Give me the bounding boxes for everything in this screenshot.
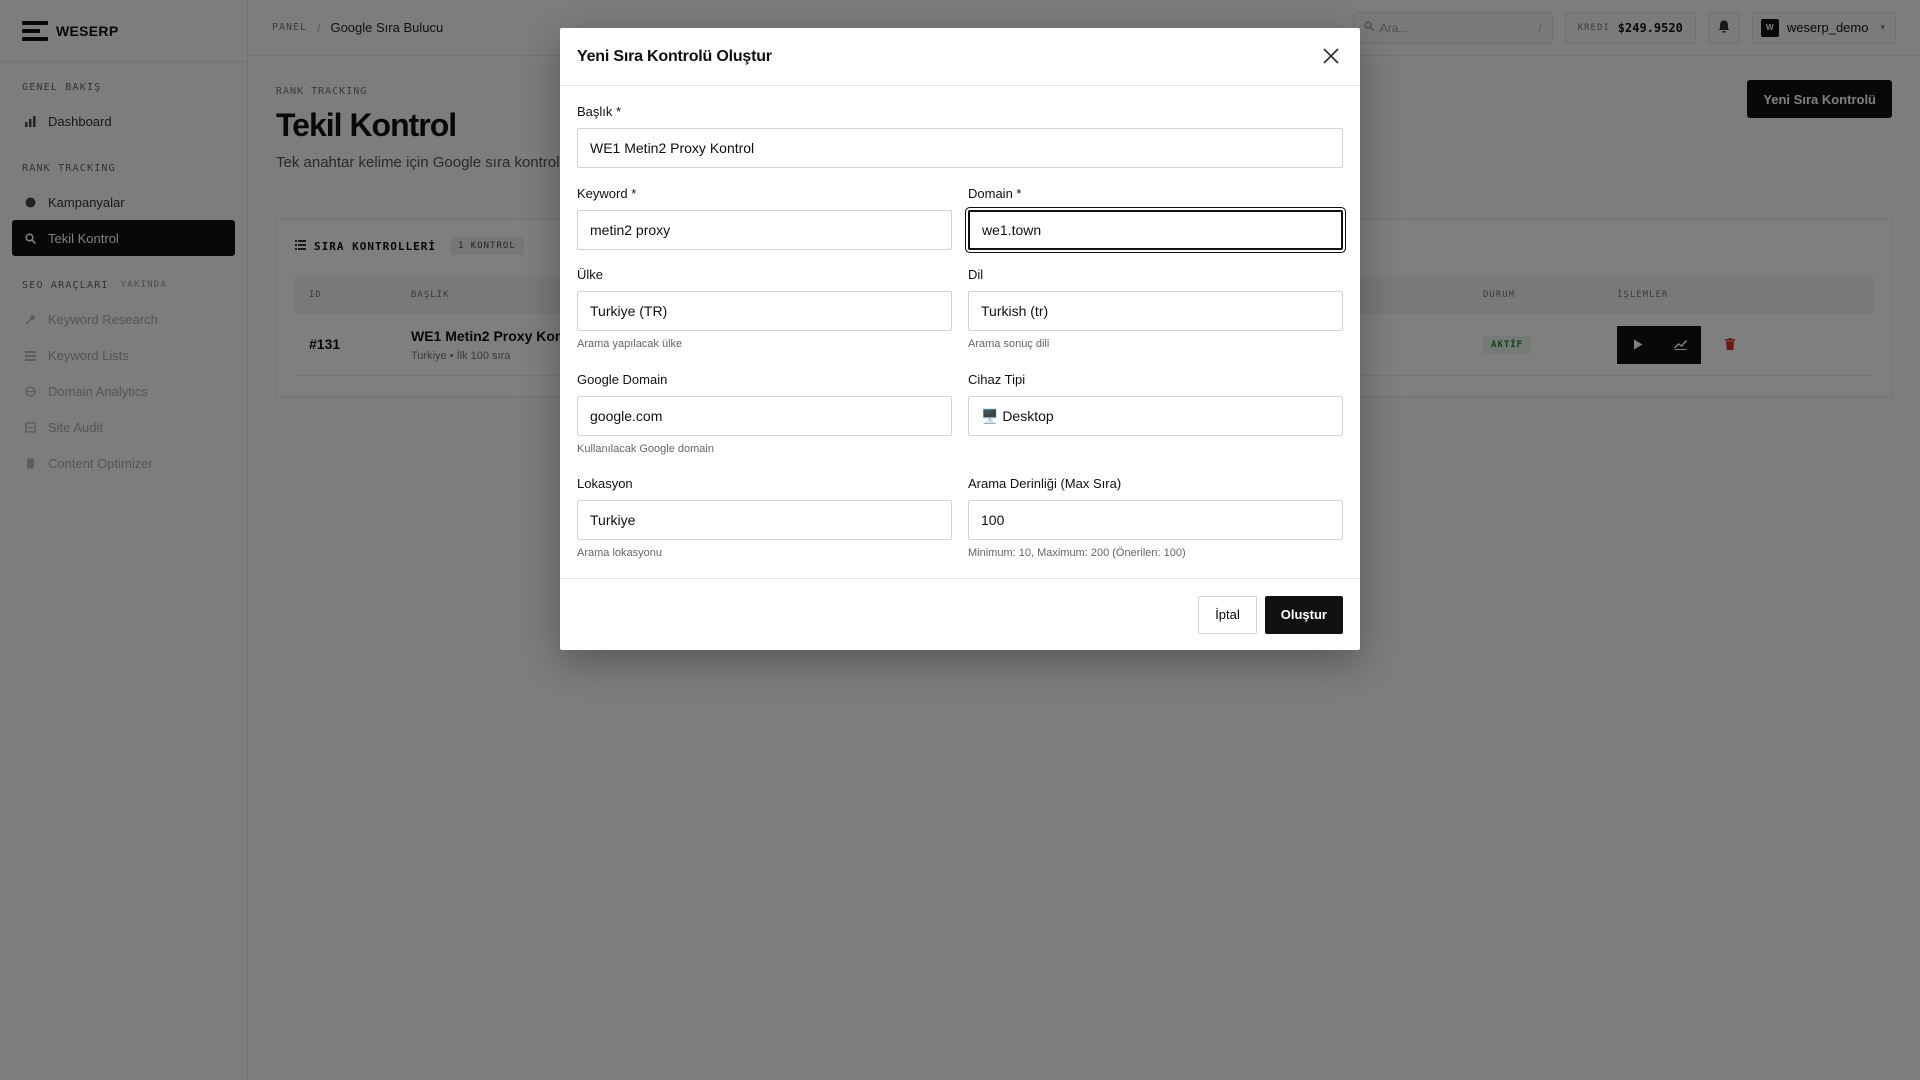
- location-hint: Arama lokasyonu: [577, 547, 662, 559]
- language-field-group: Dil Turkish (tr) Arama sonuç dili: [968, 267, 1343, 350]
- title-input[interactable]: WE1 Metin2 Proxy Kontrol: [577, 128, 1343, 168]
- title-label: Başlık *: [577, 104, 622, 119]
- depth-hint: Minimum: 10, Maximum: 200 (Önerilen: 100…: [968, 547, 1186, 559]
- location-field-group: Lokasyon Turkiye Arama lokasyonu: [577, 476, 952, 559]
- device-select[interactable]: 🖥️ Desktop: [968, 396, 1343, 436]
- google-domain-hint: Kullanılacak Google domain: [577, 443, 714, 455]
- language-hint: Arama sonuç dili: [968, 338, 1050, 350]
- location-label: Lokasyon: [577, 476, 633, 491]
- domain-label: Domain *: [968, 186, 1022, 201]
- location-input[interactable]: Turkiye: [577, 500, 952, 540]
- device-label: Cihaz Tipi: [968, 372, 1026, 387]
- language-select[interactable]: Turkish (tr): [968, 291, 1343, 331]
- country-hint: Arama yapılacak ülke: [577, 338, 683, 350]
- title-field-group: Başlık * WE1 Metin2 Proxy Kontrol: [577, 104, 1343, 168]
- cancel-button[interactable]: İptal: [1198, 595, 1257, 634]
- create-rank-check-modal: Yeni Sıra Kontrolü Oluştur Başlık * WE1 …: [560, 28, 1360, 650]
- keyword-label: Keyword *: [577, 186, 637, 201]
- domain-input[interactable]: we1.town: [968, 210, 1343, 250]
- country-label: Ülke: [577, 267, 604, 282]
- close-button[interactable]: [1319, 45, 1343, 69]
- device-field-group: Cihaz Tipi 🖥️ Desktop: [968, 372, 1343, 436]
- google-domain-label: Google Domain: [577, 372, 668, 387]
- depth-field-group: Arama Derinliği (Max Sıra) 100 Minimum: …: [968, 476, 1343, 559]
- keyword-input[interactable]: metin2 proxy: [577, 210, 952, 250]
- close-icon: [1323, 44, 1339, 70]
- create-button[interactable]: Oluştur: [1264, 595, 1343, 634]
- modal-title: Yeni Sıra Kontrolü Oluştur: [577, 47, 772, 65]
- keyword-field-group: Keyword * metin2 proxy: [577, 186, 952, 250]
- depth-label: Arama Derinliği (Max Sıra): [968, 476, 1122, 491]
- country-select[interactable]: Turkiye (TR): [577, 291, 952, 331]
- google-domain-field-group: Google Domain google.com Kullanılacak Go…: [577, 372, 952, 455]
- google-domain-select[interactable]: google.com: [577, 396, 952, 436]
- country-field-group: Ülke Turkiye (TR) Arama yapılacak ülke: [577, 267, 952, 350]
- depth-input[interactable]: 100: [968, 500, 1343, 540]
- language-label: Dil: [968, 267, 984, 282]
- domain-field-group: Domain * we1.town: [968, 186, 1343, 250]
